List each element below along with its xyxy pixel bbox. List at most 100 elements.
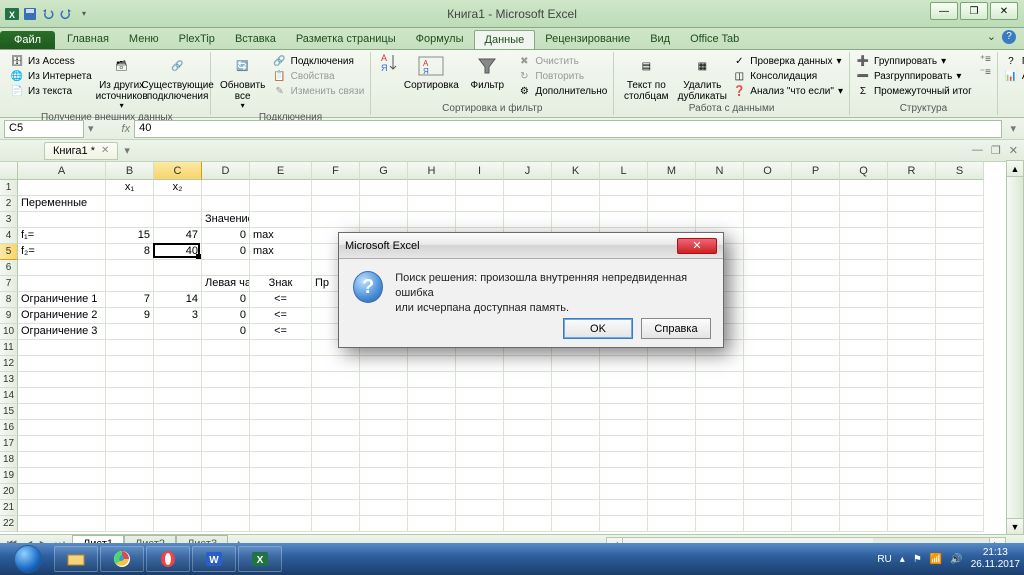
cell[interactable]: 47 <box>154 228 202 244</box>
ungroup-button[interactable]: ➖Разгруппировать ▾ <box>856 69 972 83</box>
row-header[interactable]: 18 <box>0 452 18 468</box>
cell[interactable] <box>936 420 984 436</box>
cell[interactable] <box>154 196 202 212</box>
cell[interactable] <box>552 420 600 436</box>
cell[interactable] <box>202 500 250 516</box>
tray-clock[interactable]: 21:13 26.11.2017 <box>971 547 1020 571</box>
cell[interactable] <box>936 260 984 276</box>
cell[interactable] <box>106 324 154 340</box>
cell[interactable] <box>408 404 456 420</box>
row-header[interactable]: 2 <box>0 196 18 212</box>
cell[interactable] <box>360 420 408 436</box>
cell[interactable] <box>840 516 888 532</box>
cell[interactable] <box>792 196 840 212</box>
cell[interactable] <box>888 276 936 292</box>
cell[interactable] <box>202 340 250 356</box>
fx-icon[interactable]: fx <box>122 123 131 135</box>
cell[interactable] <box>312 468 360 484</box>
cell[interactable] <box>154 484 202 500</box>
cell[interactable] <box>106 516 154 532</box>
cell[interactable] <box>18 516 106 532</box>
sort-az-button[interactable]: АЯ <box>377 54 401 80</box>
name-box-dropdown-icon[interactable]: ▾ <box>88 122 94 135</box>
cell[interactable] <box>202 436 250 452</box>
cell[interactable] <box>744 388 792 404</box>
cell[interactable] <box>360 468 408 484</box>
cell[interactable] <box>312 180 360 196</box>
cell[interactable] <box>840 244 888 260</box>
cell[interactable] <box>408 468 456 484</box>
dialog-close-button[interactable]: ✕ <box>677 238 717 254</box>
clear-filter-button[interactable]: ✖Очистить <box>517 54 607 68</box>
start-button[interactable] <box>4 543 52 575</box>
cell[interactable]: 3 <box>154 308 202 324</box>
cell[interactable] <box>840 276 888 292</box>
cell[interactable] <box>696 196 744 212</box>
cell[interactable] <box>744 484 792 500</box>
from-other-button[interactable]: 🗃Из других источников▾ <box>96 54 148 111</box>
col-header[interactable]: E <box>250 162 312 180</box>
cell[interactable]: <= <box>250 324 312 340</box>
cell[interactable] <box>648 212 696 228</box>
reapply-button[interactable]: ↻Повторить <box>517 69 607 83</box>
cell[interactable] <box>202 180 250 196</box>
cell[interactable] <box>202 452 250 468</box>
cell[interactable] <box>250 212 312 228</box>
cell[interactable] <box>250 420 312 436</box>
cell[interactable] <box>792 324 840 340</box>
cell[interactable] <box>360 356 408 372</box>
cell[interactable] <box>600 436 648 452</box>
redo-icon[interactable] <box>58 6 74 22</box>
task-opera[interactable] <box>146 546 190 572</box>
cell[interactable] <box>696 420 744 436</box>
cell[interactable] <box>744 420 792 436</box>
cell[interactable] <box>744 196 792 212</box>
cell[interactable] <box>456 372 504 388</box>
cell[interactable] <box>154 324 202 340</box>
cell[interactable] <box>696 388 744 404</box>
cell[interactable] <box>792 516 840 532</box>
cell[interactable] <box>840 468 888 484</box>
row-header[interactable]: 9 <box>0 308 18 324</box>
cell[interactable] <box>154 276 202 292</box>
cell[interactable] <box>106 212 154 228</box>
name-box[interactable]: C5 <box>4 120 84 138</box>
task-excel[interactable]: X <box>238 546 282 572</box>
row-header[interactable]: 4 <box>0 228 18 244</box>
cell[interactable] <box>504 516 552 532</box>
cell[interactable] <box>792 420 840 436</box>
cell[interactable] <box>936 276 984 292</box>
row-header[interactable]: 1 <box>0 180 18 196</box>
cell[interactable] <box>936 484 984 500</box>
help-icon[interactable]: ? <box>1002 30 1016 44</box>
cell[interactable] <box>408 516 456 532</box>
cell[interactable] <box>936 356 984 372</box>
row-header[interactable]: 8 <box>0 292 18 308</box>
cell[interactable] <box>106 436 154 452</box>
cell[interactable] <box>18 468 106 484</box>
cell[interactable] <box>888 420 936 436</box>
edit-links-button[interactable]: ✎Изменить связи <box>273 84 365 98</box>
cell[interactable] <box>202 468 250 484</box>
cell[interactable] <box>456 436 504 452</box>
maximize-button[interactable]: ❐ <box>960 2 988 20</box>
ribbon-tab-рецензирование[interactable]: Рецензирование <box>535 30 640 49</box>
cell[interactable] <box>696 180 744 196</box>
cell[interactable] <box>792 500 840 516</box>
cell[interactable]: <= <box>250 292 312 308</box>
cell[interactable] <box>106 196 154 212</box>
cell[interactable] <box>744 244 792 260</box>
cell[interactable] <box>154 500 202 516</box>
cell[interactable] <box>154 452 202 468</box>
cell[interactable]: x₁ <box>106 180 154 196</box>
formula-input[interactable]: 40 <box>134 120 1002 138</box>
cell[interactable] <box>456 468 504 484</box>
col-header[interactable]: D <box>202 162 250 180</box>
cell[interactable] <box>456 484 504 500</box>
cell[interactable] <box>250 260 312 276</box>
ribbon-minimize-icon[interactable]: ⌄ <box>987 30 996 44</box>
cell[interactable] <box>552 500 600 516</box>
ok-button[interactable]: OK <box>563 318 633 339</box>
select-all-corner[interactable] <box>0 162 18 180</box>
vertical-scrollbar[interactable]: ▲ ▼ <box>1006 160 1024 535</box>
